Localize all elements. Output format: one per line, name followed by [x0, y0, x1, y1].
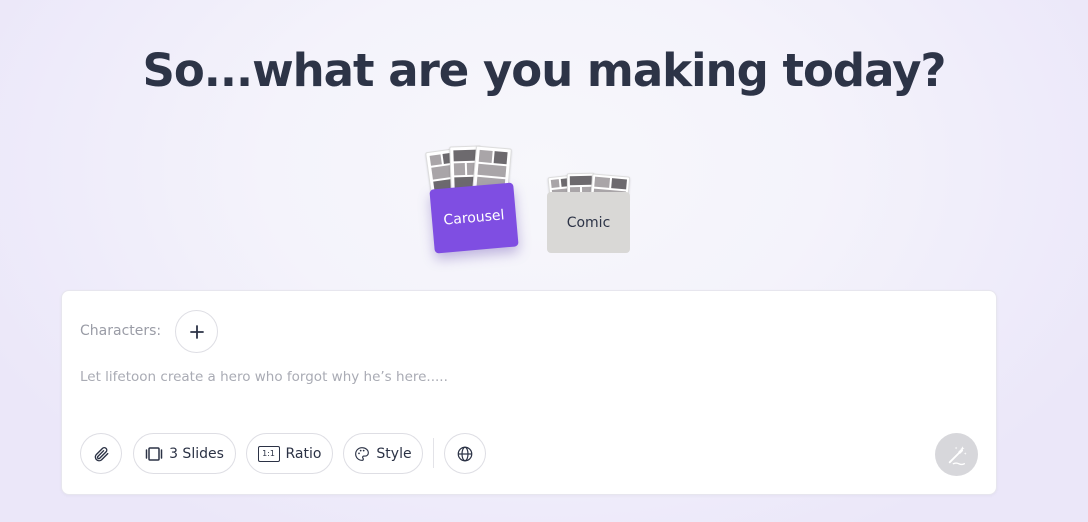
- attach-button[interactable]: [80, 433, 122, 474]
- slides-icon: [145, 446, 163, 461]
- toolbar-divider: [433, 438, 434, 468]
- magic-wand-icon: [946, 444, 968, 466]
- mode-carousel-label: Carousel: [429, 182, 519, 254]
- language-button[interactable]: [444, 433, 486, 474]
- page-title: So...what are you making today?: [142, 44, 946, 97]
- slides-button[interactable]: 3 Slides: [133, 433, 236, 474]
- ratio-badge: 1:1: [262, 448, 275, 458]
- ratio-button[interactable]: 1:1 Ratio: [246, 433, 333, 474]
- prompt-input[interactable]: [80, 369, 880, 385]
- globe-icon: [456, 445, 474, 463]
- composer-panel: Characters: 3 Slides 1:1 Ratio Style: [61, 290, 997, 495]
- ratio-label: Ratio: [285, 445, 322, 462]
- characters-label: Characters:: [80, 323, 162, 339]
- generate-button[interactable]: [935, 433, 978, 476]
- palette-icon: [354, 446, 370, 462]
- plus-icon: [189, 324, 204, 339]
- add-character-button[interactable]: [175, 310, 218, 353]
- mode-comic-label: Comic: [547, 192, 630, 253]
- ratio-icon: 1:1: [257, 445, 280, 462]
- style-button[interactable]: Style: [343, 433, 423, 474]
- style-label: Style: [376, 445, 412, 462]
- mode-comic[interactable]: Comic: [545, 172, 635, 256]
- paperclip-icon: [92, 445, 110, 463]
- mode-carousel[interactable]: Carousel: [425, 145, 526, 262]
- slides-label: 3 Slides: [169, 445, 224, 462]
